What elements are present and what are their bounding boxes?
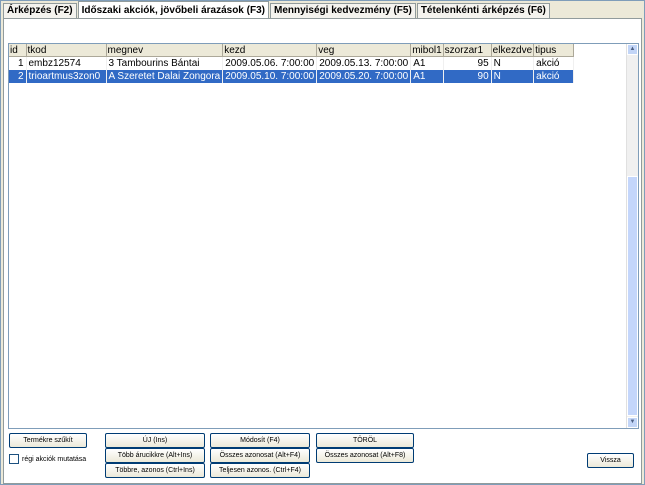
cell-veg: 2009.05.13. 7:00:00 [316, 56, 412, 70]
back-button[interactable]: Vissza [587, 453, 634, 468]
window: Árképzés (F2) Időszaki akciók, jövőbeli … [0, 0, 645, 485]
cell-tipus: akció [533, 56, 575, 70]
col-header-mibol1[interactable]: mibol1 [410, 44, 444, 57]
col-header-tkod[interactable]: tkod [26, 44, 107, 57]
cell-kezd: 2009.05.10. 7:00:00 [222, 70, 318, 83]
fully-same-button[interactable]: Teljesen azonos. (Ctrl+F4) [210, 463, 310, 478]
cell-megnev: 3 Tambourins Bántai [106, 56, 224, 70]
multi-products-button[interactable]: Több árucikkre (Alt+Ins) [105, 448, 205, 463]
grid-header-row: id tkod megnev kezd veg mibol1 szorzar1 … [9, 44, 575, 57]
tab-tetelenkenti-arkepzes[interactable]: Tételenkénti árképzés (F6) [416, 3, 550, 18]
old-actions-checkbox-row[interactable]: régi akciók mutatása [9, 454, 86, 464]
old-actions-checkbox[interactable] [9, 454, 19, 464]
scroll-up-icon[interactable]: ▲ [627, 44, 638, 55]
grid-table: id tkod megnev kezd veg mibol1 szorzar1 … [9, 44, 575, 83]
cell-tkod: embz12574 [26, 56, 107, 70]
table-row[interactable]: 1 embz12574 3 Tambourins Bántai 2009.05.… [9, 56, 575, 70]
cell-id: 2 [9, 70, 27, 83]
actions-grid[interactable]: id tkod megnev kezd veg mibol1 szorzar1 … [8, 43, 639, 429]
table-row-selected[interactable]: 2 trioartmus3zon0 A Szeretet Dalai Zongo… [9, 70, 575, 83]
col-header-megnev[interactable]: megnev [106, 44, 224, 57]
old-actions-checkbox-label: régi akciók mutatása [22, 455, 87, 463]
col-header-id[interactable]: id [9, 44, 27, 57]
cell-szorzar1: 90 [443, 70, 492, 83]
cell-elkezdve: N [491, 56, 535, 70]
cell-id: 1 [9, 56, 27, 70]
scroll-down-icon[interactable]: ▼ [627, 417, 638, 428]
col-header-veg[interactable]: veg [316, 44, 412, 57]
col-header-tipus[interactable]: tipus [533, 44, 575, 57]
cell-elkezdve: N [491, 70, 535, 83]
delete-button[interactable]: TÖRÖL [316, 433, 414, 448]
all-same-alt-f8-button[interactable]: Összes azonosat (Alt+F8) [316, 448, 414, 463]
tab-arkepzes[interactable]: Árképzés (F2) [3, 3, 77, 18]
more-same-button[interactable]: Többre, azonos (Ctrl+Ins) [105, 463, 205, 478]
cell-veg: 2009.05.20. 7:00:00 [316, 70, 412, 83]
tab-mennyisegi-kedvezmeny[interactable]: Mennyiségi kedvezmény (F5) [269, 3, 416, 18]
cell-megnev: A Szeretet Dalai Zongora [106, 70, 224, 83]
narrow-to-product-button[interactable]: Termékre szűkít [9, 433, 87, 448]
cell-mibol1: A1 [410, 70, 444, 83]
cell-tkod: trioartmus3zon0 [26, 70, 107, 83]
cell-tipus: akció [533, 70, 575, 83]
modify-button[interactable]: Módosít (F4) [210, 433, 310, 448]
all-same-alt-f4-button[interactable]: Összes azonosat (Alt+F4) [210, 448, 310, 463]
scroll-thumb[interactable] [627, 176, 638, 416]
col-header-szorzar1[interactable]: szorzar1 [443, 44, 492, 57]
tab-idoszaki-akciok[interactable]: Időszaki akciók, jövőbeli árazások (F3) [77, 1, 269, 18]
col-header-elkezdve[interactable]: elkezdve [491, 44, 535, 57]
new-button[interactable]: ÚJ (Ins) [105, 433, 205, 448]
tab-bar: Árképzés (F2) Időszaki akciók, jövőbeli … [3, 1, 551, 19]
vertical-scrollbar[interactable]: ▲ ▼ [626, 44, 638, 428]
cell-szorzar1: 95 [443, 56, 492, 70]
col-header-kezd[interactable]: kezd [222, 44, 318, 57]
cell-mibol1: A1 [410, 56, 444, 70]
cell-kezd: 2009.05.06. 7:00:00 [222, 56, 318, 70]
